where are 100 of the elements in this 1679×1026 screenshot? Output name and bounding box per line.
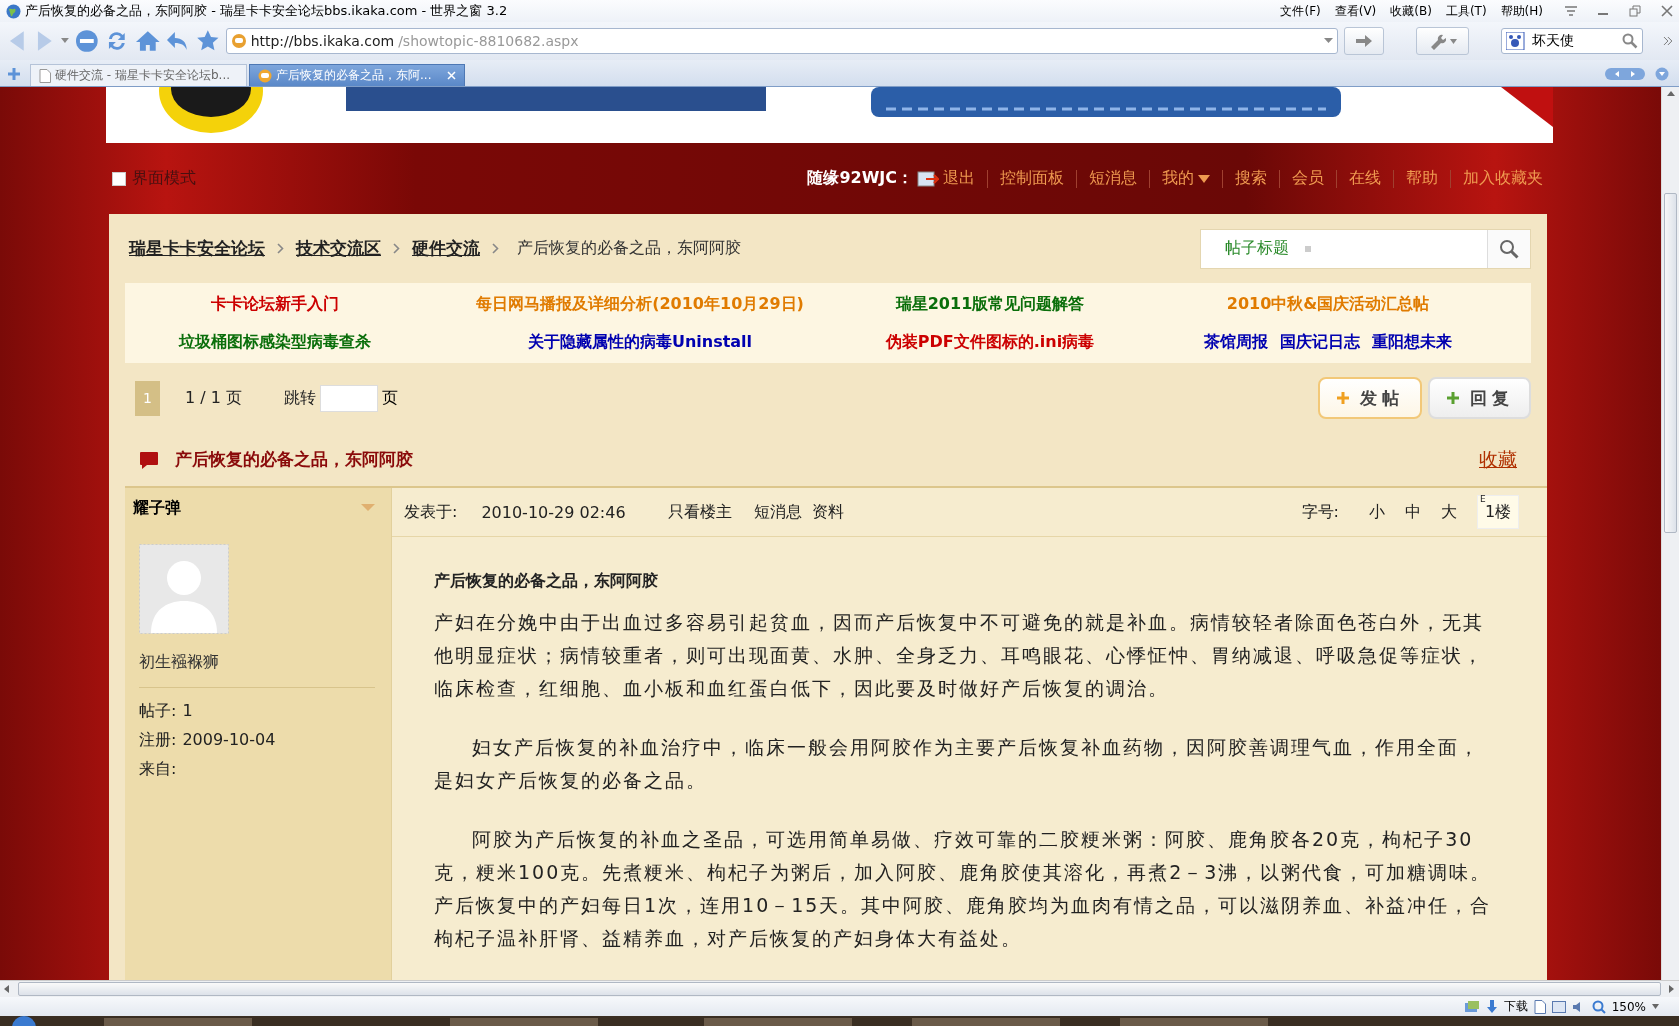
page-icon (39, 68, 51, 83)
nav-link[interactable]: 帮助 (1406, 168, 1438, 189)
download-icon (1485, 999, 1498, 1014)
nav-link[interactable]: 会员 (1292, 168, 1324, 189)
stat-label: 帖子: (139, 700, 177, 722)
post-paragraph: 妇女产后恢复的补血治疗中，临床一般会用阿胶作为主要产后恢复补血药物，因阿胶善调理气血，作用全面，是妇女产后恢复的必备之品。 (434, 735, 1481, 793)
menu-item[interactable]: 帮助(H) (1500, 2, 1543, 20)
favorite-link[interactable]: 收藏 (1479, 446, 1517, 473)
post-paragraph: 阿胶为产后恢复的补血之圣品，可选用简单易做、疗效可靠的二胶粳米粥：阿胶、鹿角胶各20克，枸杞子30克，粳米100克。先煮粳米、枸杞子为粥后，加入阿胶、鹿角胶使其溶化，再煮2－3沸，以粥代食，可加糖调味。产后恢复中的产妇每日1次，连用10－15天。其中阿胶、鹿角胶均为血肉有情之品，可以滋阴养血、补益冲任，合枸杞子温补肝肾、益精养血，对产后恢复的产妇身体大有益处。 (434, 827, 1493, 951)
zoom-icon (1591, 999, 1606, 1014)
tools-button[interactable] (1415, 27, 1469, 55)
caret-icon (1198, 174, 1210, 183)
announcement-link[interactable]: 国庆记日志 (1280, 331, 1360, 353)
plus-icon (1446, 391, 1460, 405)
plus-icon (1336, 391, 1350, 405)
username: 随缘92WJC： (807, 168, 913, 189)
font-size-link[interactable]: 大 (1441, 501, 1457, 523)
font-size-link[interactable]: 小 (1369, 501, 1385, 523)
breadcrumb-link[interactable]: 技术交流区 (296, 237, 381, 260)
announcement-link[interactable]: 卡卡论坛新手入门 (211, 293, 339, 315)
new-tab-icon[interactable] (6, 66, 22, 82)
post-title: 产后恢复的必备之品，东阿阿胶 (434, 571, 659, 592)
menu-item[interactable]: 文件(F) (1280, 2, 1321, 20)
page-input[interactable] (320, 384, 378, 412)
mode-label: 界面模式 (132, 168, 196, 189)
download-label[interactable]: 下载 (1503, 998, 1528, 1015)
mode-checkbox[interactable] (112, 171, 126, 186)
undo-icon[interactable] (166, 29, 190, 53)
announcement-link[interactable]: 关于隐藏属性的病毒Uninstall (527, 331, 753, 353)
chevron-icon (393, 243, 400, 254)
close-icon[interactable] (1661, 5, 1673, 17)
nav-link[interactable]: 在线 (1349, 168, 1381, 189)
stop-icon[interactable] (75, 29, 99, 53)
menu-item[interactable]: 查看(V) (1334, 2, 1377, 20)
scroll-left-icon[interactable] (4, 985, 10, 993)
restore-icon[interactable] (1629, 5, 1641, 17)
nav-link[interactable]: 搜索 (1235, 168, 1267, 189)
font-size-link[interactable]: 中 (1405, 501, 1421, 523)
breadcrumb-link[interactable]: 硬件交流 (412, 237, 480, 260)
logout-link[interactable]: 退出 (917, 168, 975, 189)
user-rank: 初生襁褓狮 (139, 652, 220, 673)
stat-label: 来自: (139, 758, 177, 780)
announcement-link[interactable]: 垃圾桶图标感染型病毒查杀 (179, 331, 371, 353)
paw-icon (1506, 32, 1526, 50)
dropdown-icon (1305, 245, 1311, 252)
scrollbar-thumb[interactable] (1664, 193, 1677, 533)
scroll-up-icon[interactable] (1666, 91, 1675, 97)
announcement-link[interactable]: 伪装PDF文件图标的.ini病毒 (885, 331, 1095, 353)
star-icon[interactable] (195, 29, 220, 53)
globe-icon (6, 3, 21, 19)
chevron-icon (277, 243, 284, 254)
zoom-level[interactable]: 150% (1611, 999, 1646, 1014)
go-button[interactable] (1344, 27, 1384, 55)
caret-icon (1449, 38, 1457, 44)
reply-button[interactable]: 回 复 (1428, 377, 1531, 419)
menu-item[interactable]: 工具(T) (1445, 2, 1487, 20)
search-field[interactable]: 帖子标题 (1200, 228, 1531, 269)
caret-icon[interactable] (361, 504, 375, 512)
post-action-link[interactable]: 只看楼主 (667, 501, 732, 523)
post-date: 2010-10-29 02:46 (481, 502, 626, 522)
tab-scroll-icon[interactable] (1605, 68, 1645, 80)
post-action-link[interactable]: 资料 (811, 501, 844, 523)
avatar-icon (139, 544, 229, 634)
menu-icon[interactable] (1565, 6, 1577, 16)
network-icon (1463, 999, 1480, 1014)
nav-link[interactable]: 短消息 (1089, 168, 1137, 189)
chevron-icon[interactable] (1663, 36, 1673, 46)
nav-link[interactable]: 控制面板 (1000, 168, 1064, 189)
scroll-right-icon[interactable] (1669, 985, 1675, 993)
search-icon (1622, 33, 1639, 49)
posted-label: 发表于: (404, 501, 458, 523)
new-post-button[interactable]: 发 帖 (1318, 377, 1422, 419)
caret-icon (1652, 1004, 1659, 1009)
announcement-link[interactable]: 重阳想未来 (1372, 331, 1452, 353)
breadcrumb-link[interactable]: 瑞星卡卡安全论坛 (129, 237, 265, 260)
arrow-icon (1356, 34, 1373, 48)
post-paragraph: 产妇在分娩中由于出血过多容易引起贫血，因而产后恢复中不可避免的就是补血。病情较轻者除面色苍白外，无其他明显症状；病情较重者，则可出现面黄、水肿、全身乏力、耳鸣眼花、心悸怔忡、胃纳减退、呼吸急促等症状，临床检查，红细胞、血小板和血红蛋白低下，因此要及时做好产后恢复的调治。 (434, 610, 1485, 701)
dropdown-icon (1324, 38, 1334, 44)
announcement-link[interactable]: 茶馆周报 (1204, 331, 1268, 353)
nav-link[interactable]: 我的 (1162, 168, 1210, 189)
browser-tab[interactable]: 硬件交流 - 瑞星卡卡安全论坛b... (30, 64, 247, 86)
window-title: 产后恢复的必备之品，东阿阿胶 - 瑞星卡卡安全论坛bbs.ikaka.com - 世界之窗 3.2 (25, 2, 508, 20)
search-field[interactable]: 坏天使 (1501, 28, 1644, 54)
site-icon (230, 33, 247, 49)
home-icon[interactable] (134, 29, 161, 53)
menu-item[interactable]: 收藏(B) (1390, 2, 1432, 20)
breadcrumb-current: 产后恢复的必备之品，东阿阿胶 (517, 238, 741, 259)
announcement-link[interactable]: 瑞星2011版常见问题解答 (895, 293, 1085, 315)
image-icon (1551, 1000, 1566, 1013)
stat-value: 2009-10-04 (182, 729, 276, 751)
page-info: 1 / 1 页 (185, 387, 242, 409)
search-icon (1499, 238, 1519, 259)
tab-menu-icon[interactable] (1655, 67, 1669, 81)
close-icon (447, 71, 457, 80)
scrollbar-thumb[interactable] (18, 982, 1661, 996)
author-name[interactable]: 耀子弹 (133, 497, 181, 519)
caret-icon[interactable] (61, 38, 70, 44)
address-field[interactable]: http://bbs.ikaka.com /showtopic-8810682.aspx (225, 28, 1339, 54)
jump-label: 跳转 (284, 387, 316, 409)
post-action-link[interactable]: 短消息 (753, 501, 802, 523)
